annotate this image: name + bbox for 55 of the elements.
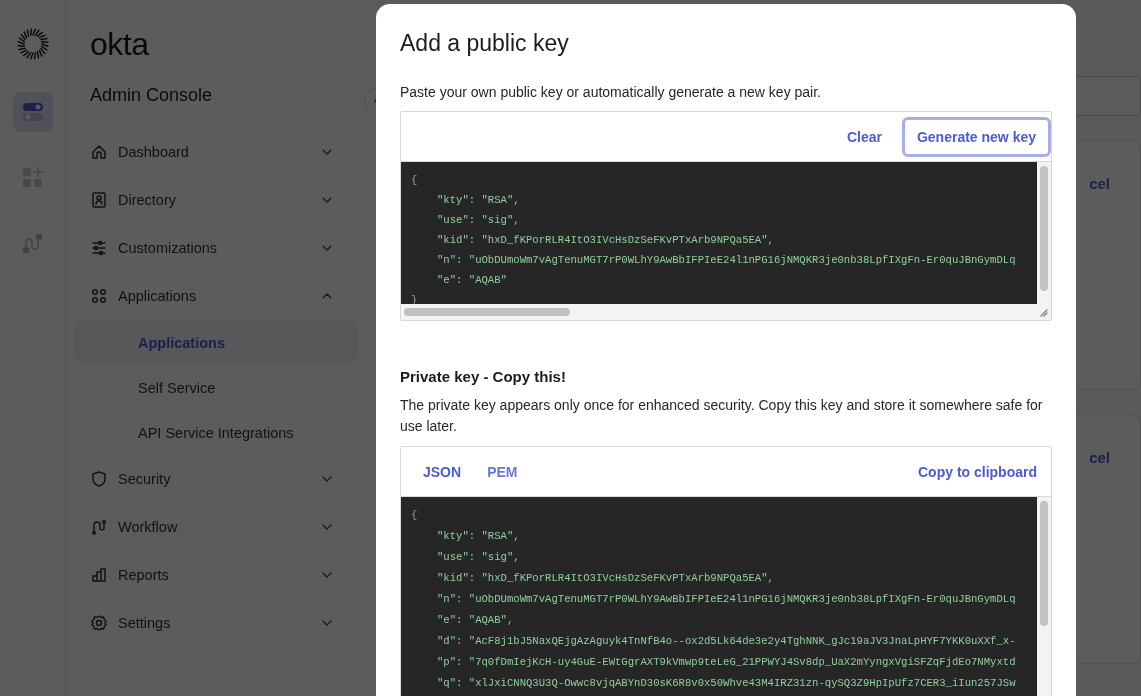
sunburst-logo-icon — [16, 28, 49, 60]
code-line: "q": "xlJxiCNNQ3U3Q-Owwc8vjqABYnD30sK6R8v0x50Whve43M4IRZ31zn-qySQ3Z9HpIpUfz7CER3_iIun257JSw — [436, 676, 1017, 691]
code-line: "e": "AQAB" — [436, 273, 508, 288]
nav-subitem[interactable]: Applications — [74, 320, 358, 365]
nav-item[interactable]: Workflow — [74, 503, 358, 551]
nav-item[interactable]: Security — [74, 455, 358, 503]
rail-button[interactable] — [12, 92, 53, 132]
nav-item[interactable]: Reports — [74, 551, 358, 599]
section-title: Private key - Copy this! — [400, 368, 567, 385]
clear-button[interactable]: Clear — [832, 120, 896, 153]
format-tab[interactable]: PEM — [479, 455, 526, 488]
workflow-icon — [90, 518, 108, 536]
format-tab[interactable]: JSON — [415, 455, 470, 488]
nav-item[interactable]: Directory — [74, 176, 358, 224]
code-line: "kty": "RSA", — [436, 193, 521, 208]
home-icon — [90, 143, 108, 161]
description-text: The private key appears only once for enhanced security. Copy this key and store it somewhere safe for use later. — [400, 396, 1044, 436]
code-line: "e": "AQAB", — [436, 613, 515, 628]
code-line: "n": "uObDUmoWm7vAgTenuMGT7rP0WLhY9AwBbIFPIeE24l1nPG16jNMQKR3je0nb38LpfIXgFn-Er0quJBnGymDLq — [436, 592, 1017, 607]
scrollbar[interactable] — [1037, 497, 1051, 696]
okta-wordmark: okta — [90, 26, 150, 63]
console-title: Admin Console — [90, 85, 214, 106]
scrollbar[interactable] — [401, 304, 1051, 320]
nav-item[interactable]: Applications — [74, 272, 358, 320]
code-line: "kid": "hxD_fKPorRLR4ItO3IVcHsDzSeFKvPTxArb9NPQa5EA", — [436, 571, 775, 586]
settings-icon — [90, 614, 108, 632]
shield-icon — [90, 470, 108, 488]
nav-subitem[interactable]: Self Service — [74, 365, 358, 410]
code-line: { — [411, 173, 419, 188]
code-line: "d": "AcF8j1bJ5NaxQEjgAzAguyk4TnNfB4o--ox2d5Lk64de3e2y4TghNNK_gJc19aJV3JnaLpHYF7YKK0uXXf_x- — [436, 634, 1017, 649]
resize-grip-icon — [1040, 309, 1048, 317]
contact-card-icon — [90, 191, 108, 209]
code-line: "kid": "hxD_fKPorRLR4ItO3IVcHsDzSeFKvPTxArb9NPQa5EA", — [436, 233, 775, 248]
cancel-link[interactable]: cel — [1089, 449, 1110, 466]
instruction-text: Paste your own public key or automatically generate a new key pair. — [400, 83, 822, 102]
code-editor[interactable] — [401, 497, 1051, 696]
code-line: "use": "sig", — [436, 550, 521, 565]
scrollbar[interactable] — [1037, 162, 1051, 304]
code-line: { — [411, 508, 419, 523]
copy-button[interactable]: Copy to clipboard — [904, 455, 1051, 488]
dialog-title: Add a public key — [400, 30, 570, 57]
generate-button[interactable]: Generate new key — [901, 116, 1051, 157]
toggles-icon — [20, 100, 45, 124]
grid-icon — [90, 287, 108, 305]
nav-subitem[interactable]: API Service Integrations — [74, 410, 358, 455]
bar-chart-icon — [90, 566, 108, 584]
sliders-icon — [90, 239, 108, 257]
code-line: "n": "uObDUmoWm7vAgTenuMGT7rP0WLhY9AwBbIFPIeE24l1nPG16jNMQKR3je0nb38LpfIXgFn-Er0quJBnGymDLq — [436, 253, 1017, 268]
code-line: "kty": "RSA", — [436, 529, 521, 544]
cancel-link[interactable]: cel — [1089, 175, 1110, 192]
nav-item[interactable]: Settings — [74, 599, 358, 647]
code-line: "use": "sig", — [436, 213, 521, 228]
code-line: "p": "7q0fDmIejKcH-uy4GuE-EWtGgrAXT9kVmwp9teLeG_21PPWYJ4Sv8dp_UaX2mYyngxVgiSFZqFjdEo7NMyxtd — [436, 655, 1017, 670]
nav-item[interactable]: Customizations — [74, 224, 358, 272]
nav-item[interactable]: Dashboard — [74, 128, 358, 176]
